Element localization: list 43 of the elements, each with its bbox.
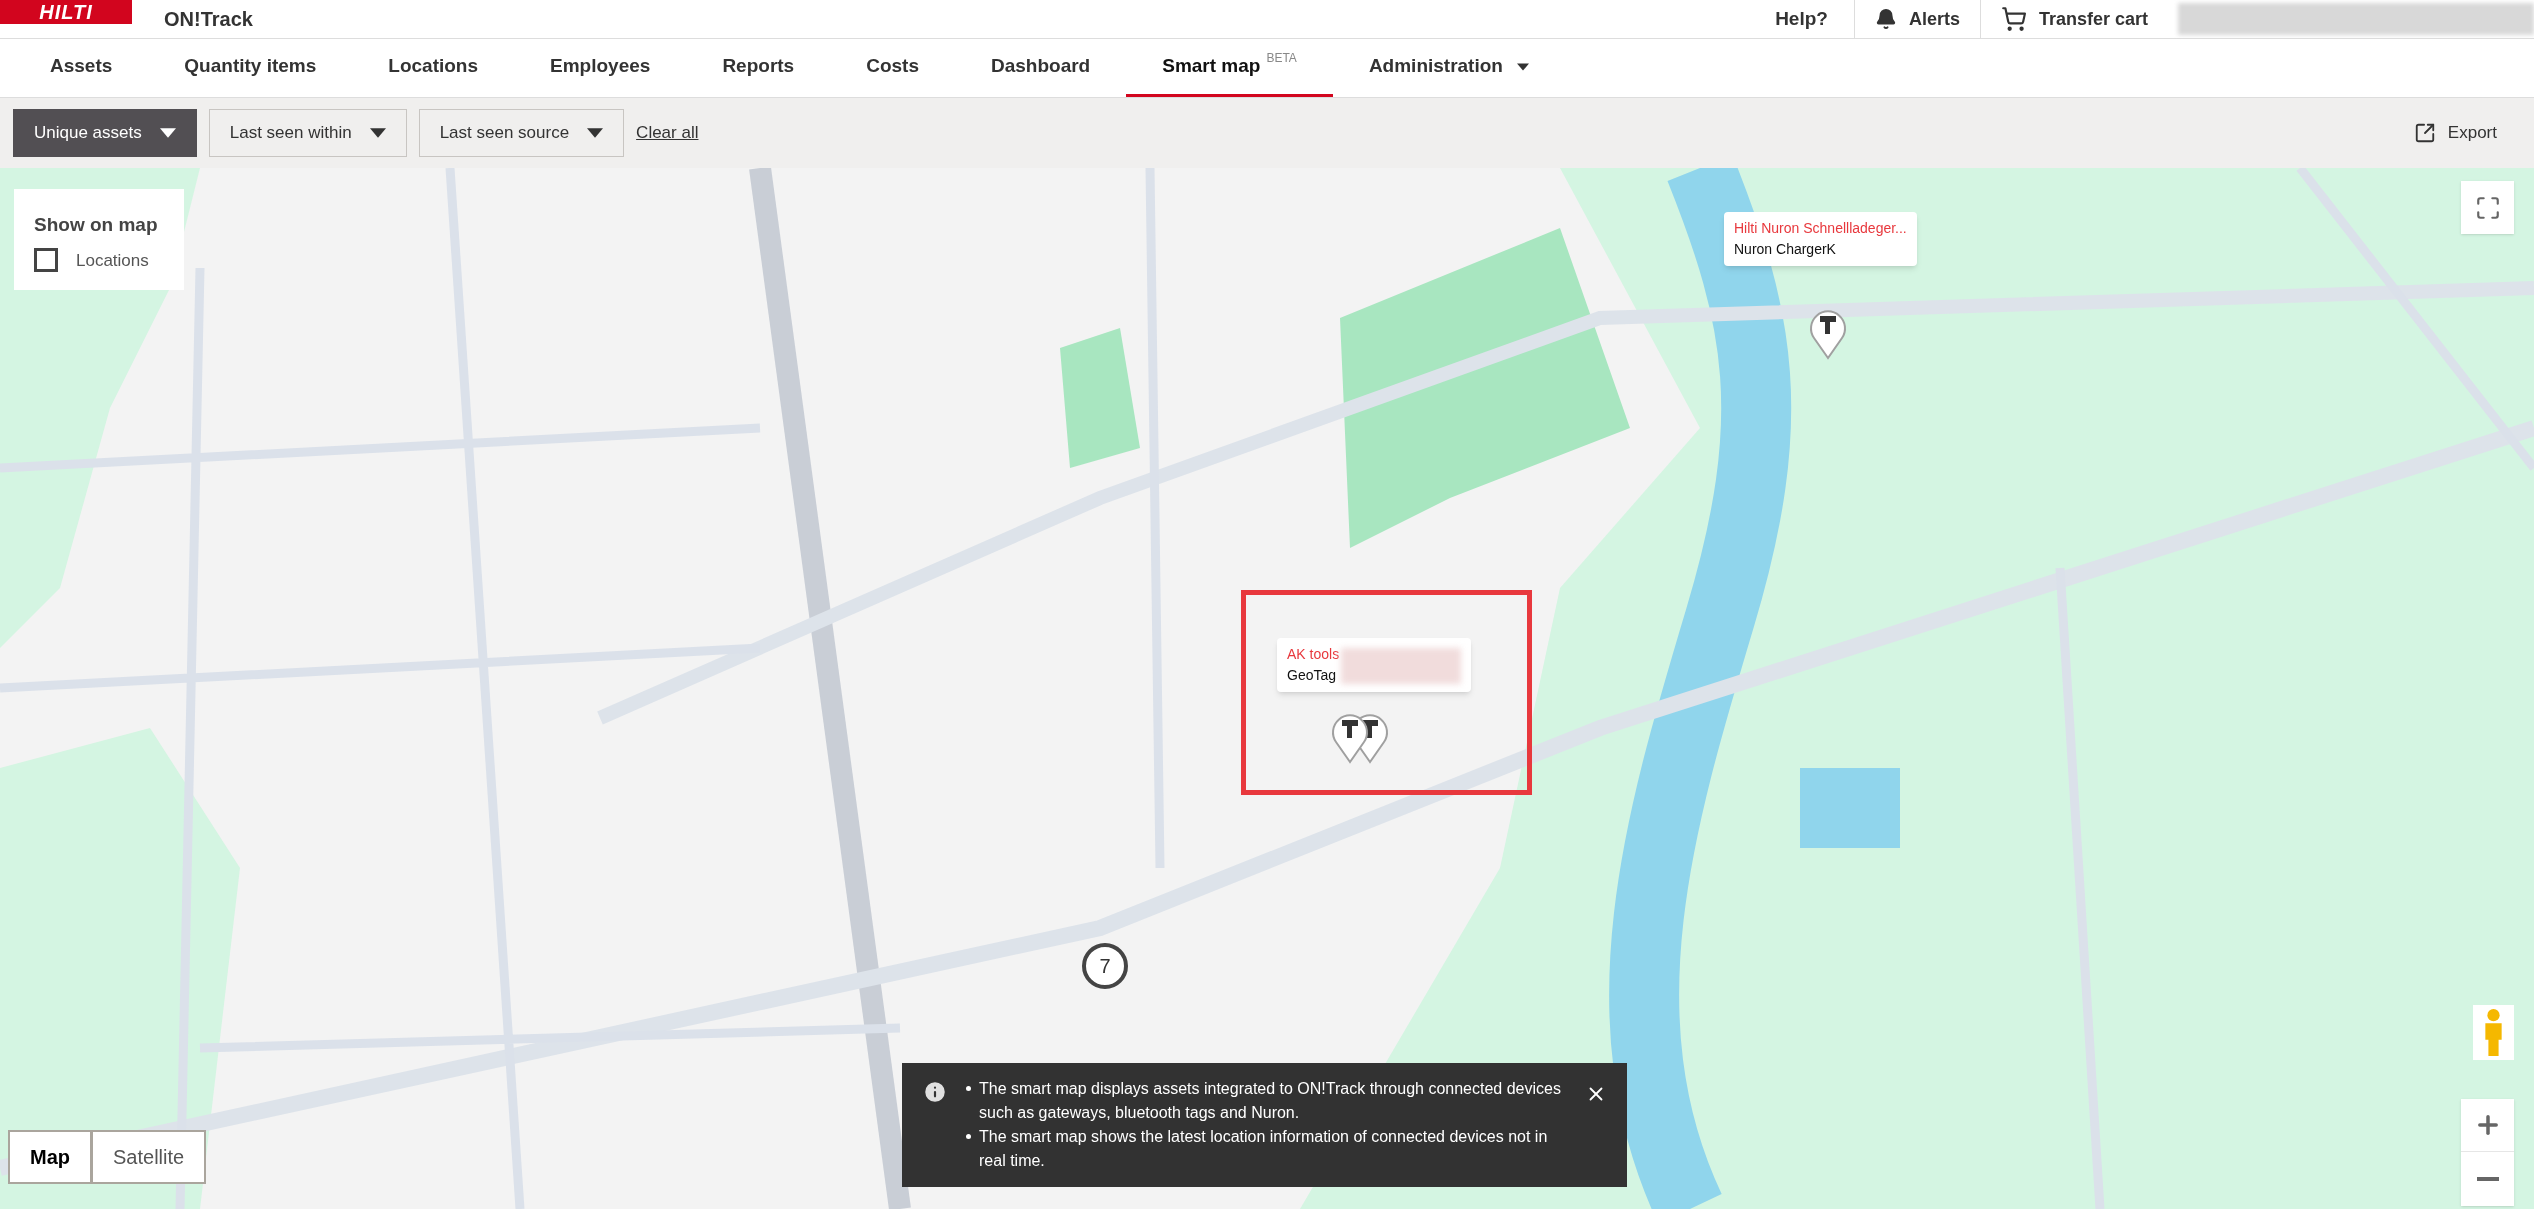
notice-text: The smart map displays assets integrated to ON!Track through connected devices such as gateways, bluetooth tags and Nuron. [979,1079,1562,1123]
brand-logo[interactable]: HILTI [0,0,132,24]
notice-text: The smart map shows the latest location information of connected devices not in real time. [979,1127,1549,1171]
export-button[interactable]: Export [2413,120,2521,146]
caret-icon [1516,62,1529,71]
panel-title: Show on map [34,213,159,237]
checkbox[interactable] [34,248,58,273]
map-type-button[interactable]: Satellite [93,1132,205,1182]
transfer-cart-link[interactable]: Transfer cart [2038,5,2148,33]
bullet-icon [966,1134,971,1139]
popup-title: Hilti Nuron Schnellladeger... [1734,219,1907,238]
map-type-button[interactable]: Map [10,1132,90,1182]
caret-icon [159,128,176,138]
nav-tab[interactable]: Assets [14,39,149,97]
nav-tab[interactable]: Quantity items [148,39,353,97]
nav-tab[interactable]: Dashboard [954,39,1127,97]
export-icon [2413,122,2436,144]
help-link[interactable]: Help? [1775,4,1854,34]
nav-tab[interactable]: Reports [686,39,831,97]
filter-dropdown[interactable]: Last seen within [208,109,407,157]
app-name: ON!Track [164,7,253,32]
popup-title: AK tools [1287,645,1340,664]
minus-icon [2476,1176,2499,1181]
alerts-link[interactable]: Alerts [1908,5,1960,33]
nav-tab[interactable]: Employees [514,39,687,97]
checkbox-label: Locations [76,249,149,272]
clear-all-link[interactable]: Clear all [636,120,699,146]
fullscreen-icon [2474,194,2501,221]
popup-subtitle: Nuron ChargerK [1734,240,1837,259]
caret-icon [369,128,386,138]
nav-tab[interactable]: Administration [1332,39,1565,97]
caret-icon [587,128,604,138]
bullet-icon [966,1086,971,1091]
beta-label: BETA [1266,51,1297,65]
bell-icon[interactable] [1874,8,1897,30]
info-icon [922,1079,948,1105]
nav-tab[interactable]: Costs [830,39,955,97]
nav-tab[interactable]: Locations [352,39,515,97]
fullscreen-button[interactable] [2461,181,2514,234]
filter-dropdown[interactable]: Last seen source [418,109,625,157]
cart-icon[interactable] [2000,6,2027,32]
filter-dropdown[interactable]: Unique assets [13,109,197,157]
popup-subtitle: GeoTag [1287,666,1338,685]
